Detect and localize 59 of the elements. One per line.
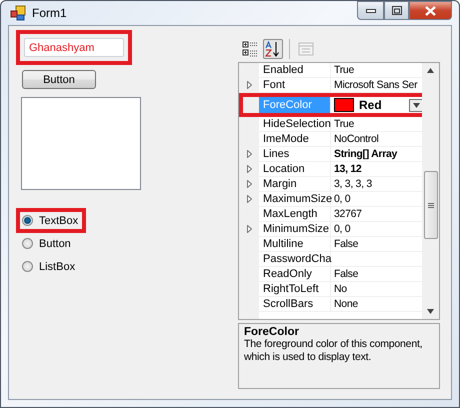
- caret-icon: [413, 102, 420, 108]
- property-value: 32767: [333, 207, 362, 221]
- property-value: True: [333, 117, 354, 131]
- expand-arrow-icon: [246, 81, 252, 89]
- property-name[interactable]: HideSelection: [239, 117, 331, 131]
- property-value: String[] Array: [333, 147, 398, 161]
- property-name[interactable]: Margin: [239, 177, 331, 191]
- dropdown-button[interactable]: [409, 98, 422, 112]
- close-button[interactable]: [409, 1, 452, 20]
- maximize-icon: [392, 6, 402, 15]
- window-title: Form1: [32, 6, 67, 20]
- radio-button[interactable]: Button: [22, 235, 75, 252]
- property-name[interactable]: Location: [239, 162, 331, 176]
- property-value: 13, 12: [333, 162, 362, 176]
- property-name[interactable]: MinimumSize: [239, 222, 331, 236]
- form-button[interactable]: Button: [22, 70, 96, 89]
- toolbar-button[interactable]: [263, 39, 283, 59]
- app-icon: [10, 5, 26, 21]
- property-value: False: [333, 267, 358, 281]
- property-value: 3, 3, 3, 3: [333, 177, 372, 191]
- property-value: None: [333, 297, 358, 311]
- scrollbar[interactable]: [422, 63, 439, 319]
- property-name[interactable]: Lines: [239, 147, 331, 161]
- radio-button[interactable]: ListBox: [22, 258, 80, 275]
- sort-alphabetical-icon: [265, 41, 281, 57]
- property-value: NoControl: [333, 132, 379, 146]
- property-name[interactable]: ReadOnly: [239, 267, 331, 281]
- minimize-button[interactable]: [357, 1, 384, 20]
- property-value: True: [333, 63, 354, 77]
- list-box[interactable]: [21, 97, 141, 190]
- description-text: The foreground color of this component, which is used to display text.: [244, 338, 424, 364]
- scroll-down-arrow-icon: [427, 309, 434, 314]
- property-value: Red: [359, 98, 382, 112]
- property-name[interactable]: Enabled: [239, 63, 331, 77]
- property-value: 0, 0: [333, 222, 350, 236]
- minimize-icon: [366, 8, 376, 12]
- property-name[interactable]: PasswordCha: [239, 252, 331, 266]
- property-name[interactable]: Font: [239, 78, 331, 92]
- text-field[interactable]: Ghanashyam: [24, 38, 124, 57]
- property-name[interactable]: ImeMode: [239, 132, 331, 146]
- categorized-icon: [242, 41, 258, 57]
- property-value: False: [333, 237, 358, 251]
- expand-arrow-icon: [246, 225, 252, 233]
- radio-button[interactable]: TextBox: [22, 212, 82, 229]
- property-name[interactable]: MaximumSize: [239, 192, 331, 206]
- description-title: ForeColor: [244, 326, 300, 338]
- property-value: 0, 0: [333, 192, 350, 206]
- close-icon: [425, 6, 436, 16]
- property-value: Microsoft Sans Ser: [333, 78, 418, 92]
- property-name[interactable]: MaxLength: [239, 207, 331, 221]
- scroll-up-arrow-icon: [427, 68, 434, 73]
- property-value: No: [333, 282, 347, 296]
- toolbar-button[interactable]: [240, 39, 260, 59]
- grip-icon: [428, 202, 434, 208]
- property-name[interactable]: ScrollBars: [239, 297, 331, 311]
- property-name[interactable]: RightToLeft: [239, 282, 331, 296]
- property-pages-icon: [298, 42, 314, 56]
- property-name[interactable]: Multiline: [239, 237, 331, 251]
- maximize-button[interactable]: [384, 1, 409, 20]
